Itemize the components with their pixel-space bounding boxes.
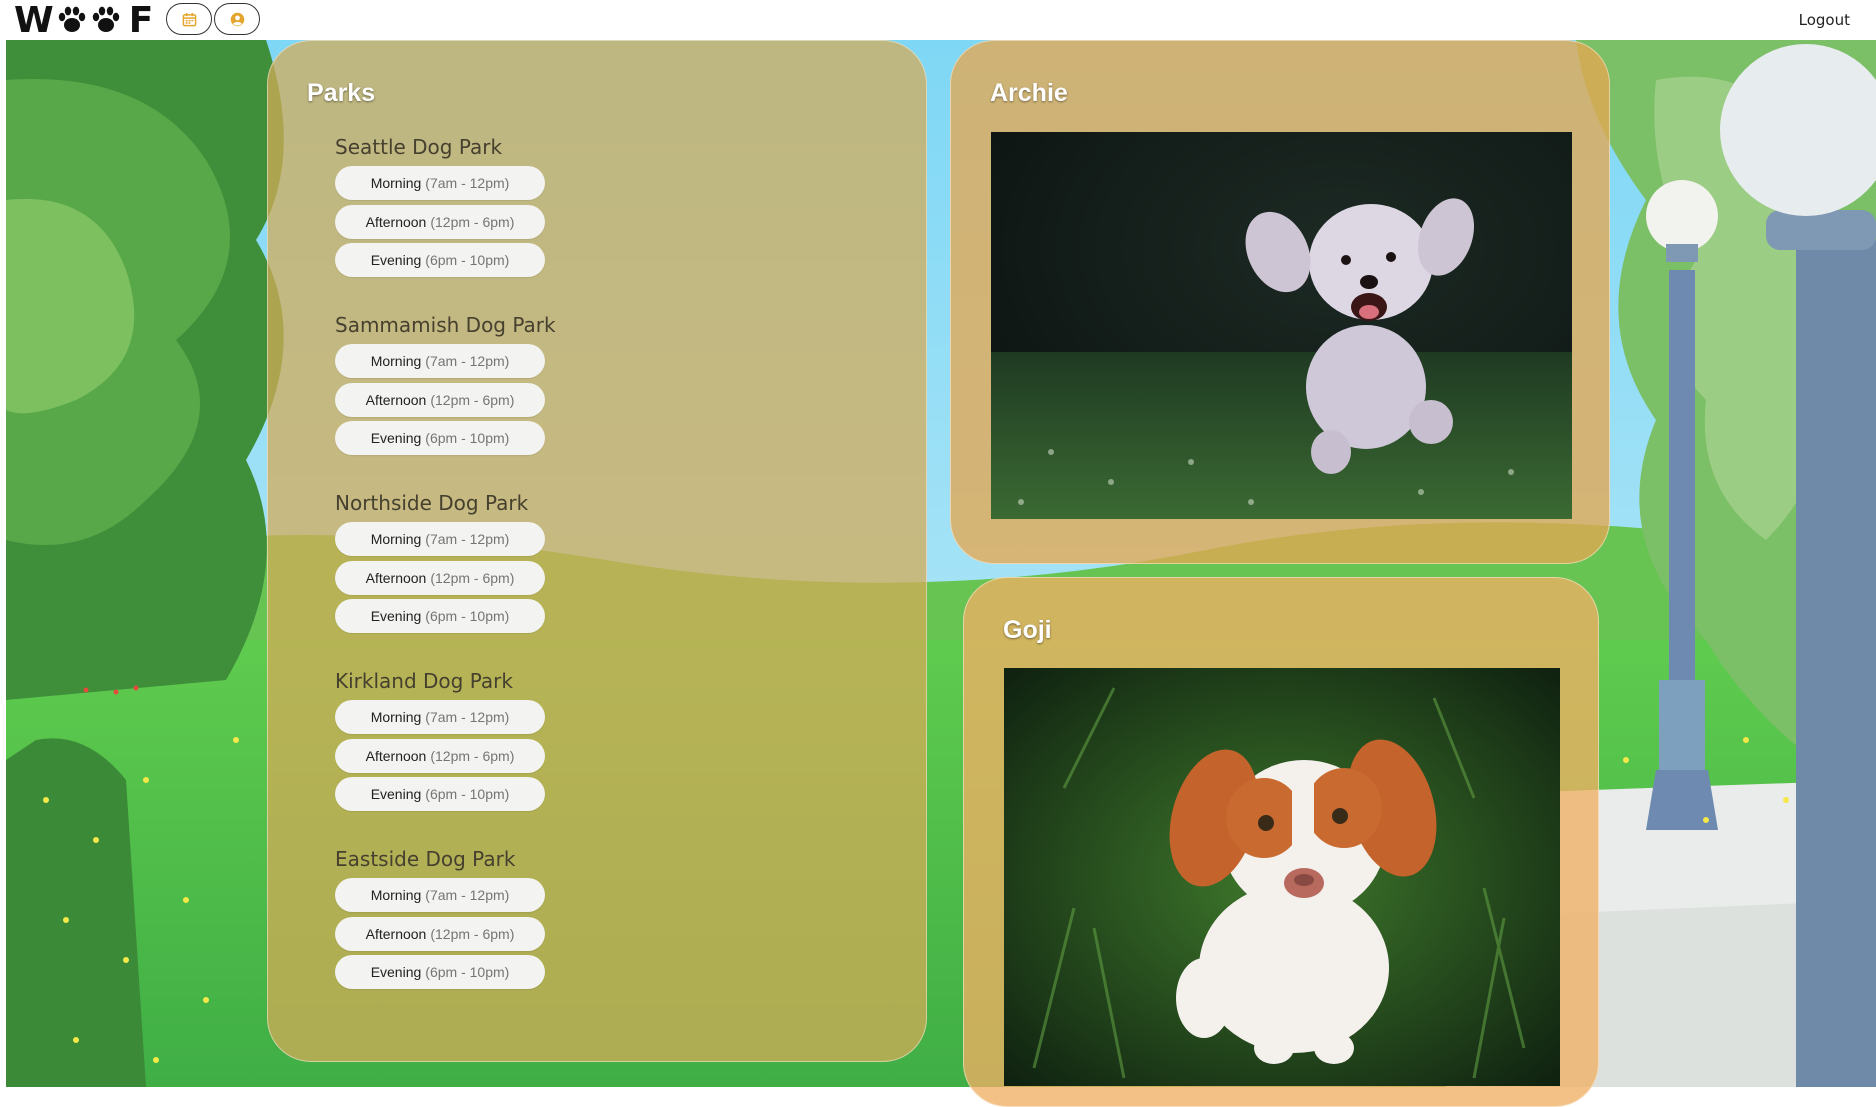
parks-panel: Parks Seattle Dog Park Morning (7am - 12… [267, 40, 927, 1062]
park-name: Seattle Dog Park [335, 135, 503, 159]
slot-time: (7am - 12pm) [425, 531, 510, 547]
slot-time: (6pm - 10pm) [425, 964, 510, 981]
slot-time: (7am - 12pm) [425, 175, 510, 191]
user-circle-icon [230, 12, 244, 26]
slot-time: (7am - 12pm) [425, 353, 510, 369]
slot-label: Morning [370, 709, 422, 725]
slot-time: (12pm - 6pm) [430, 925, 515, 942]
slot-time: (6pm - 10pm) [425, 608, 510, 625]
slot-time: (12pm - 6pm) [430, 747, 515, 764]
dog-card: Goji [963, 577, 1599, 1107]
slot-evening-button[interactable]: Evening (6pm - 10pm) [335, 777, 545, 812]
profile-button[interactable] [214, 3, 260, 35]
slot-time: (6pm - 10pm) [425, 786, 510, 803]
logout-link[interactable]: Logout [1799, 11, 1850, 29]
dog-photo[interactable] [991, 132, 1572, 519]
slot-evening-button[interactable]: Evening (6pm - 10pm) [335, 243, 545, 278]
park-name: Kirkland Dog Park [335, 669, 513, 693]
slot-label: Morning [370, 353, 422, 369]
slot-evening-button[interactable]: Evening (6pm - 10pm) [335, 421, 545, 456]
woof-logo[interactable]: W F [14, 0, 155, 41]
dog-photo[interactable] [1004, 668, 1560, 1086]
slot-time: (6pm - 10pm) [425, 430, 510, 447]
paw-icon [58, 6, 85, 32]
paw-icon [92, 6, 119, 32]
slot-evening-button[interactable]: Evening (6pm - 10pm) [335, 599, 545, 634]
slot-morning-button[interactable]: Morning (7am - 12pm) [335, 700, 545, 734]
slot-time: (7am - 12pm) [425, 887, 510, 903]
slot-time: (12pm - 6pm) [430, 391, 515, 408]
slot-morning-button[interactable]: Morning (7am - 12pm) [335, 878, 545, 912]
logo-letter-f: F [128, 0, 155, 41]
slot-label: Morning [370, 887, 422, 903]
slot-label: Evening [370, 430, 422, 447]
dog-name: Archie [990, 79, 1068, 107]
slot-label: Afternoon [365, 391, 427, 408]
slot-afternoon-button[interactable]: Afternoon (12pm - 6pm) [335, 382, 545, 417]
slot-time: (12pm - 6pm) [430, 569, 515, 586]
slot-afternoon-button[interactable]: Afternoon (12pm - 6pm) [335, 560, 545, 595]
slot-label: Afternoon [365, 213, 427, 230]
slot-label: Evening [370, 964, 422, 981]
slot-time: (12pm - 6pm) [430, 213, 515, 230]
slot-afternoon-button[interactable]: Afternoon (12pm - 6pm) [335, 916, 545, 951]
slot-evening-button[interactable]: Evening (6pm - 10pm) [335, 955, 545, 990]
park-group: Northside Dog Park Morning (7am - 12pm) … [335, 488, 545, 638]
park-group: Eastside Dog Park Morning (7am - 12pm) A… [335, 844, 545, 994]
slot-label: Afternoon [365, 747, 427, 764]
calendar-button[interactable] [166, 3, 212, 35]
slot-label: Morning [370, 175, 422, 191]
dog-card: Archie [950, 40, 1610, 564]
slot-label: Evening [370, 252, 422, 269]
slot-time: (7am - 12pm) [425, 709, 510, 725]
parks-title: Parks [307, 79, 376, 107]
calendar-icon [182, 12, 196, 26]
logo-letter-w: W [14, 0, 55, 41]
park-group: Sammamish Dog Park Morning (7am - 12pm) … [335, 310, 556, 460]
dog-name: Goji [1003, 616, 1052, 644]
park-group: Seattle Dog Park Morning (7am - 12pm) Af… [335, 132, 545, 282]
slot-afternoon-button[interactable]: Afternoon (12pm - 6pm) [335, 204, 545, 239]
slot-label: Evening [370, 786, 422, 803]
slot-label: Morning [370, 531, 422, 547]
slot-morning-button[interactable]: Morning (7am - 12pm) [335, 522, 545, 556]
park-name: Northside Dog Park [335, 491, 529, 515]
slot-afternoon-button[interactable]: Afternoon (12pm - 6pm) [335, 738, 545, 773]
park-group: Kirkland Dog Park Morning (7am - 12pm) A… [335, 666, 545, 816]
slot-morning-button[interactable]: Morning (7am - 12pm) [335, 344, 545, 378]
park-name: Eastside Dog Park [335, 847, 516, 871]
park-name: Sammamish Dog Park [335, 313, 556, 337]
slot-time: (6pm - 10pm) [425, 252, 510, 269]
top-nav: W F Logout [0, 0, 1876, 41]
slot-label: Afternoon [365, 925, 427, 942]
slot-label: Evening [370, 608, 422, 625]
slot-morning-button[interactable]: Morning (7am - 12pm) [335, 166, 545, 200]
slot-label: Afternoon [365, 569, 427, 586]
